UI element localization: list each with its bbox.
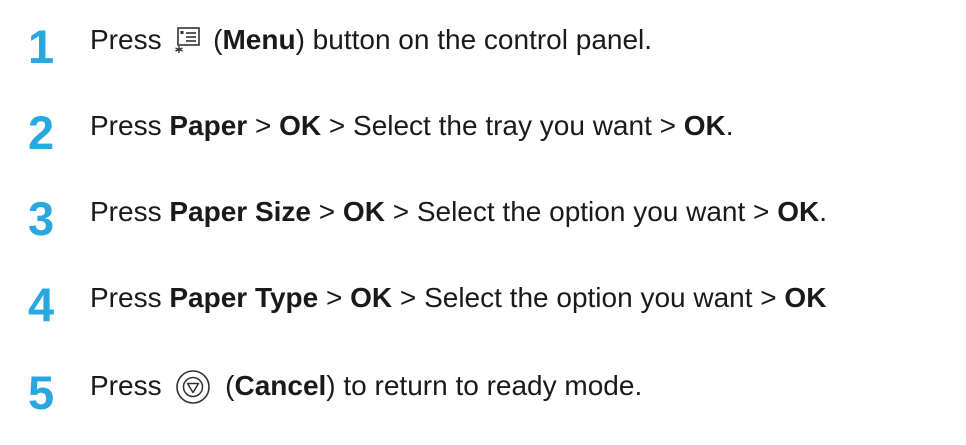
step-number: 5 [28,366,55,419]
ok-label: OK [279,110,322,141]
step-rest: ) to return to ready mode. [326,370,643,401]
period: . [819,196,827,227]
ok-label: OK [777,196,820,227]
paper-size-label: Paper Size [169,196,311,227]
step-text: Press (Menu) button on the control panel… [90,20,652,60]
paper-label: Paper [169,110,248,141]
step-press: Press [90,196,162,227]
period: . [725,110,734,141]
step-text: Press (Cancel) to return to ready mode. [90,366,642,406]
step-middle: > Select the tray you want > [321,110,684,141]
step-text: Press Paper > OK > Select the tray you w… [90,106,734,146]
separator: > [311,196,343,227]
step-press: Press [90,370,162,401]
cancel-label: Cancel [234,370,327,401]
menu-label: Menu [222,24,296,55]
step-number: 3 [28,192,55,245]
step-press: Press [90,24,162,55]
separator: > [318,282,351,313]
ok-label: OK [350,282,393,313]
steps-list: 1 Press (Menu) button on the control pan… [0,0,966,445]
step-number: 2 [28,106,55,159]
step-text: Press Paper Type > OK > Select the optio… [90,278,826,318]
step-1: 1 Press (Menu) button on the control pan… [0,20,966,73]
step-rest: ) button on the control panel. [295,24,653,55]
step-middle: > Select the option you want > [384,196,778,227]
cancel-icon [175,369,211,405]
step-text: Press Paper Size > OK > Select the optio… [90,192,827,232]
ok-label: OK [784,282,827,313]
step-2: 2 Press Paper > OK > Select the tray you… [0,106,966,159]
step-4: 4 Press Paper Type > OK > Select the opt… [0,278,966,331]
ok-label: OK [683,110,726,141]
step-press: Press [90,110,162,141]
separator: > [247,110,280,141]
ok-label: OK [342,196,385,227]
menu-icon [173,25,201,53]
step-number: 4 [28,278,55,331]
step-number: 1 [28,20,55,73]
paper-type-label: Paper Type [169,282,319,313]
step-press: Press [90,282,162,313]
step-3: 3 Press Paper Size > OK > Select the opt… [0,192,966,245]
step-middle: > Select the option you want > [392,282,785,313]
step-5: 5 Press (Cancel) to return to ready mode… [0,366,966,419]
